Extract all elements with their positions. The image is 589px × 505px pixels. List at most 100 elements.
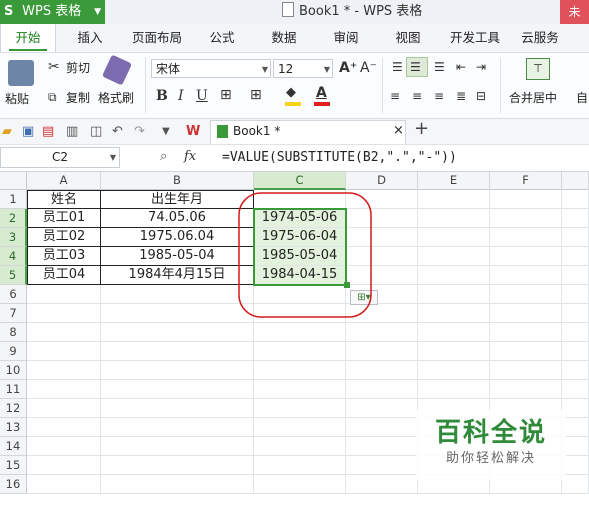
cell-c13[interactable] — [254, 418, 346, 437]
cell-g13[interactable] — [562, 418, 589, 437]
cell-c12[interactable] — [254, 399, 346, 418]
cell-d8[interactable] — [346, 323, 418, 342]
cell-g5[interactable] — [562, 266, 589, 285]
cell-g4[interactable] — [562, 247, 589, 266]
cell-c16[interactable] — [254, 475, 346, 494]
cell-f7[interactable] — [490, 304, 562, 323]
cell-d11[interactable] — [346, 380, 418, 399]
cell-d12[interactable] — [346, 399, 418, 418]
print-icon[interactable]: ▥ — [66, 124, 78, 140]
align-center-icon[interactable]: ≡ — [412, 87, 422, 105]
cell-a11[interactable] — [27, 380, 101, 399]
cell-f8[interactable] — [490, 323, 562, 342]
cell-a15[interactable] — [27, 456, 101, 475]
cell-g14[interactable] — [562, 437, 589, 456]
indent-icon[interactable]: ⇤ — [456, 58, 466, 76]
cell-b1[interactable]: 出生年月 — [101, 190, 254, 209]
cell-g9[interactable] — [562, 342, 589, 361]
cell-d10[interactable] — [346, 361, 418, 380]
cell-f2[interactable] — [490, 209, 562, 228]
cell-c15[interactable] — [254, 456, 346, 475]
cell-g16[interactable] — [562, 475, 589, 494]
cell-c10[interactable] — [254, 361, 346, 380]
cell-g6[interactable] — [562, 285, 589, 304]
cell-b8[interactable] — [101, 323, 254, 342]
column-header-more[interactable] — [562, 172, 589, 190]
cell-c8[interactable] — [254, 323, 346, 342]
row-header-6[interactable]: 6 — [0, 285, 27, 304]
row-header-14[interactable]: 14 — [0, 437, 27, 456]
cell-f5[interactable] — [490, 266, 562, 285]
column-header-e[interactable]: E — [418, 172, 490, 190]
cell-g7[interactable] — [562, 304, 589, 323]
cell-b9[interactable] — [101, 342, 254, 361]
outdent-icon[interactable]: ⇥ — [476, 58, 486, 76]
cell-g11[interactable] — [562, 380, 589, 399]
row-header-13[interactable]: 13 — [0, 418, 27, 437]
paste-icon[interactable] — [8, 60, 34, 86]
tab-view[interactable]: 视图 — [380, 24, 436, 52]
app-menu-button[interactable]: S WPS 表格 ▼ — [0, 0, 105, 24]
font-grow-button[interactable]: A⁺ — [339, 59, 357, 77]
row-header-1[interactable]: 1 — [0, 190, 27, 209]
tab-review[interactable]: 审阅 — [318, 24, 374, 52]
cell-a14[interactable] — [27, 437, 101, 456]
cell-b15[interactable] — [101, 456, 254, 475]
auto-wrap-button[interactable]: 自 — [576, 89, 588, 106]
italic-button[interactable]: I — [178, 87, 184, 105]
row-header-16[interactable]: 16 — [0, 475, 27, 494]
row-header-3[interactable]: 3 — [0, 228, 27, 247]
tab-page-layout[interactable]: 页面布局 — [122, 24, 192, 52]
align-right-icon[interactable]: ≡ — [434, 87, 444, 105]
cell-e3[interactable] — [418, 228, 490, 247]
cell-e5[interactable] — [418, 266, 490, 285]
fx-button[interactable]: fx — [184, 149, 196, 164]
font-size-select[interactable]: 12 ▼ — [273, 59, 333, 78]
tab-developer[interactable]: 开发工具 — [440, 24, 510, 52]
cell-a12[interactable] — [27, 399, 101, 418]
cell-b5[interactable]: 1984年4月15日 — [101, 266, 254, 285]
cell-a2[interactable]: 员工01 — [27, 209, 101, 228]
folder-icon[interactable]: ▰ — [2, 124, 12, 140]
cell-g10[interactable] — [562, 361, 589, 380]
cell-a6[interactable] — [27, 285, 101, 304]
cell-a4[interactable]: 员工03 — [27, 247, 101, 266]
font-name-select[interactable]: 宋体 ▼ — [151, 59, 271, 78]
column-header-b[interactable]: B — [101, 172, 254, 190]
cell-f10[interactable] — [490, 361, 562, 380]
cell-b13[interactable] — [101, 418, 254, 437]
cell-d13[interactable] — [346, 418, 418, 437]
cell-e1[interactable] — [418, 190, 490, 209]
cell-g8[interactable] — [562, 323, 589, 342]
cell-a7[interactable] — [27, 304, 101, 323]
save-icon[interactable]: ▣ — [22, 124, 34, 140]
column-header-a[interactable]: A — [27, 172, 101, 190]
row-header-15[interactable]: 15 — [0, 456, 27, 475]
cell-e10[interactable] — [418, 361, 490, 380]
cell-e11[interactable] — [418, 380, 490, 399]
column-header-d[interactable]: D — [346, 172, 418, 190]
bold-button[interactable]: B — [156, 87, 168, 105]
cell-b16[interactable] — [101, 475, 254, 494]
cell-e2[interactable] — [418, 209, 490, 228]
tab-data[interactable]: 数据 — [256, 24, 312, 52]
cell-f9[interactable] — [490, 342, 562, 361]
cell-a3[interactable]: 员工02 — [27, 228, 101, 247]
justify-icon[interactable]: ≣ — [456, 87, 466, 105]
cell-e6[interactable] — [418, 285, 490, 304]
name-box[interactable]: C2 ▼ — [0, 147, 120, 168]
export-pdf-icon[interactable]: ▤ — [42, 124, 54, 140]
row-header-9[interactable]: 9 — [0, 342, 27, 361]
paste-button[interactable]: 粘贴 — [5, 90, 29, 107]
column-header-c[interactable]: C — [254, 172, 346, 190]
print-preview-icon[interactable]: ◫ — [90, 124, 102, 140]
cell-f6[interactable] — [490, 285, 562, 304]
formula-input[interactable]: =VALUE(SUBSTITUTE(B2,".","-")) — [222, 147, 457, 168]
fill-color-icon[interactable]: ◆ — [286, 84, 296, 102]
underline-button[interactable]: U — [196, 87, 208, 105]
cell-a8[interactable] — [27, 323, 101, 342]
cell-e4[interactable] — [418, 247, 490, 266]
cell-b12[interactable] — [101, 399, 254, 418]
cell-b4[interactable]: 1985-05-04 — [101, 247, 254, 266]
redo-icon[interactable]: ↷ — [134, 124, 145, 140]
